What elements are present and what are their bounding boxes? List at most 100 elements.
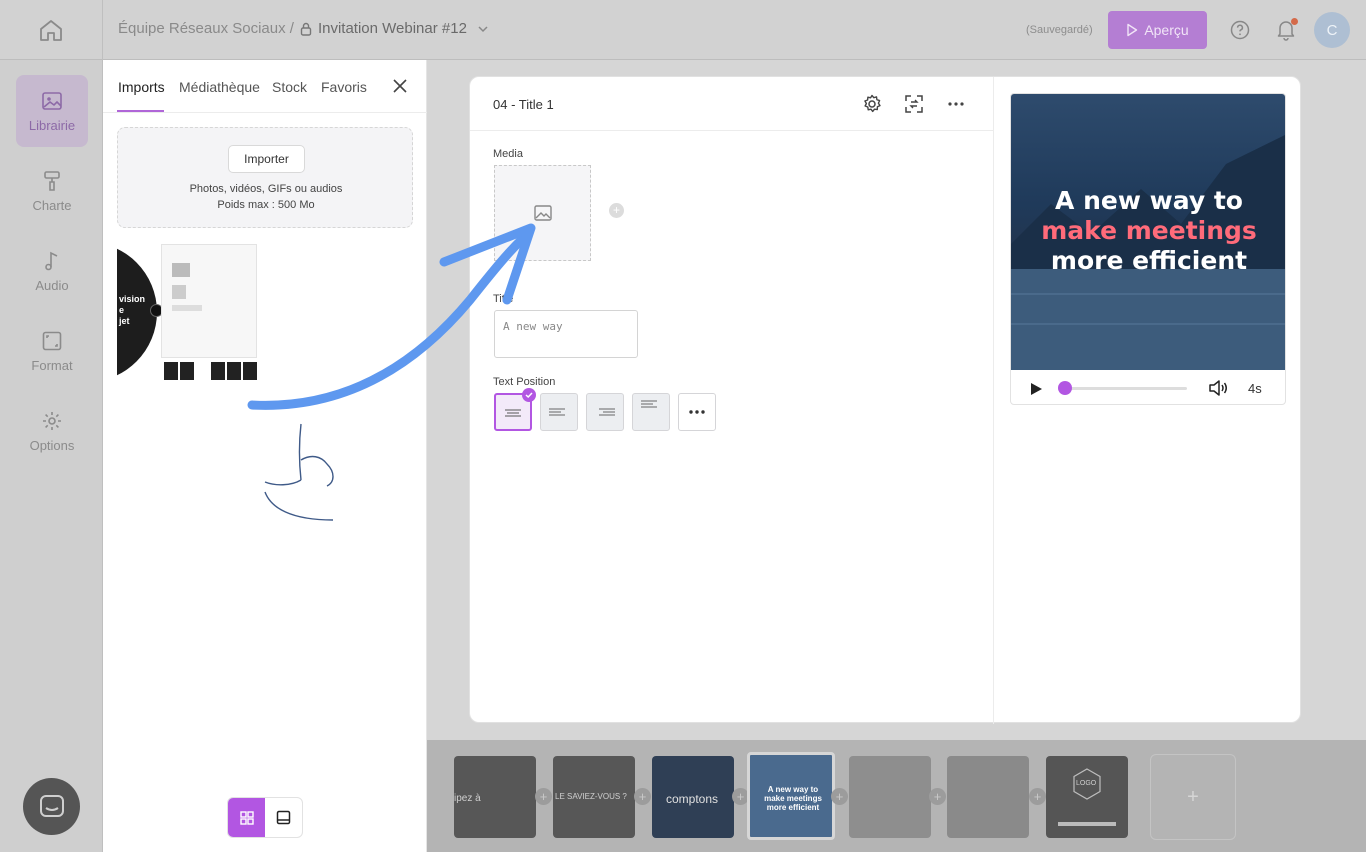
timeline-slide[interactable]: LOGO	[1046, 756, 1128, 838]
media-dropzone[interactable]	[494, 165, 591, 261]
rail-item-label: Audio	[35, 277, 69, 293]
help-icon[interactable]	[1230, 20, 1250, 40]
progress-track[interactable]	[1063, 387, 1187, 390]
top-bar: Équipe Réseaux Sociaux / Invitation Webi…	[0, 0, 1366, 60]
save-status: (Sauvegardé)	[1026, 24, 1093, 36]
timeline-slide[interactable]: LE SAVIEZ-VOUS ?	[553, 756, 635, 838]
library-panel: Imports Médiathèque Stock Favoris Import…	[103, 60, 427, 852]
timeline-slide-text: A new way to make meetings more efficien…	[764, 785, 822, 812]
close-icon[interactable]	[391, 77, 409, 95]
preview-button[interactable]: Aperçu	[1108, 11, 1207, 49]
chevron-down-icon[interactable]	[473, 22, 493, 36]
rail-item-audio[interactable]: Audio	[16, 235, 88, 307]
insert-slide-button[interactable]: +	[634, 788, 651, 805]
rail-item-label: Format	[31, 357, 73, 373]
thumbnail-text: vision e jet	[119, 294, 146, 326]
text-position-options	[494, 388, 716, 431]
more-horizontal-icon	[689, 410, 705, 414]
preview-line-2: make meetings	[1041, 216, 1257, 245]
text-position-right[interactable]	[586, 393, 624, 431]
duration-label: 4s	[1248, 381, 1262, 396]
play-outline-icon	[1127, 23, 1138, 37]
view-toggle	[227, 797, 303, 838]
rail-item-librairie[interactable]: Librairie	[16, 75, 88, 147]
chat-icon	[39, 794, 64, 817]
timeline-slide[interactable]: ipez à	[454, 756, 536, 838]
media-label: Media	[493, 148, 523, 160]
insert-slide-button[interactable]: +	[1029, 788, 1046, 805]
active-tab-indicator	[117, 110, 164, 112]
timeline-slide-text: LOGO	[1076, 780, 1097, 787]
library-icon	[42, 91, 62, 110]
tab-favoris[interactable]: Favoris	[321, 79, 367, 95]
list-view-icon	[276, 810, 291, 825]
home-icon[interactable]	[38, 18, 64, 42]
tab-imports[interactable]: Imports	[118, 79, 165, 95]
notification-badge	[1291, 18, 1298, 25]
check-icon	[522, 388, 536, 402]
lock-icon	[300, 22, 312, 36]
add-media-button[interactable]: +	[609, 203, 624, 218]
title-input[interactable]: A new way	[494, 310, 638, 358]
rail-item-label: Charte	[32, 197, 72, 213]
text-position-more[interactable]	[678, 393, 716, 431]
insert-slide-button[interactable]: +	[831, 788, 848, 805]
insert-slide-button[interactable]: +	[535, 788, 552, 805]
progress-knob[interactable]	[1058, 381, 1072, 395]
left-rail: Librairie Charte Audio Format Options	[0, 60, 103, 852]
text-position-left[interactable]	[540, 393, 578, 431]
chat-launcher[interactable]	[23, 778, 80, 835]
music-note-icon	[45, 251, 58, 270]
timeline-slide[interactable]: comptons	[652, 756, 734, 838]
list-view-button[interactable]	[265, 798, 302, 837]
insert-slide-button[interactable]: +	[929, 788, 946, 805]
align-top-icon	[641, 400, 657, 408]
breadcrumb-project[interactable]: Invitation Webinar #12	[318, 20, 467, 37]
text-position-center-bottom[interactable]	[494, 388, 536, 431]
timeline-slide-text: ipez à	[454, 793, 481, 804]
grid-icon	[239, 810, 254, 825]
more-options-icon[interactable]	[945, 93, 967, 115]
rail-item-options[interactable]: Options	[16, 395, 88, 467]
upload-dropzone[interactable]: Importer Photos, vidéos, GIFs ou audios …	[117, 127, 413, 228]
dropzone-hint: Photos, vidéos, GIFs ou audios	[189, 183, 343, 195]
breadcrumb-team[interactable]: Équipe Réseaux Sociaux /	[118, 20, 294, 37]
thumbnail-screenshot	[161, 244, 257, 358]
preview-button-label: Aperçu	[1144, 22, 1189, 38]
thumbnail-strip	[164, 362, 257, 380]
preview-headline: A new way to make meetings more efficien…	[1011, 186, 1285, 276]
imported-media-thumbnail[interactable]: vision e jet	[117, 242, 257, 382]
preview-line-1: A new way to	[1055, 186, 1243, 215]
tab-stock[interactable]: Stock	[272, 79, 307, 95]
tab-mediatheque[interactable]: Médiathèque	[179, 79, 260, 95]
grid-view-button[interactable]	[228, 798, 265, 837]
align-right-icon	[599, 408, 615, 416]
slides-timeline: ipez à + LE SAVIEZ-VOUS ? + comptons + A…	[427, 740, 1366, 852]
slide-title: 04 - Title 1	[493, 97, 554, 112]
swap-icon[interactable]	[903, 93, 925, 115]
add-slide-button[interactable]: +	[1150, 754, 1236, 840]
slide-editor-header: 04 - Title 1	[470, 77, 993, 131]
avatar[interactable]: C	[1314, 12, 1350, 48]
text-position-top[interactable]	[632, 393, 670, 431]
timeline-slide[interactable]	[947, 756, 1029, 838]
rail-item-format[interactable]: Format	[16, 315, 88, 387]
gear-icon	[43, 411, 61, 430]
slide-preview: A new way to make meetings more efficien…	[1010, 93, 1286, 405]
rail-item-charte[interactable]: Charte	[16, 155, 88, 227]
play-icon[interactable]	[1029, 382, 1043, 396]
player-controls: 4s	[1011, 370, 1285, 404]
align-left-icon	[549, 408, 565, 416]
dropzone-size-limit: Poids max : 500 Mo	[217, 199, 315, 211]
volume-icon[interactable]	[1208, 379, 1228, 397]
settings-icon[interactable]	[861, 93, 883, 115]
slide-editor-card: 04 - Title 1 Media + Title A new way Tex…	[469, 76, 1301, 724]
rail-item-label: Options	[29, 437, 75, 453]
pointer-hand-icon	[264, 423, 334, 521]
timeline-slide-selected[interactable]: A new way to make meetings more efficien…	[747, 752, 835, 840]
topbar-divider	[102, 0, 103, 60]
logo-bar	[1058, 822, 1116, 826]
import-button[interactable]: Importer	[228, 145, 305, 173]
timeline-slide[interactable]	[849, 756, 931, 838]
breadcrumb: Équipe Réseaux Sociaux / Invitation Webi…	[118, 20, 493, 37]
